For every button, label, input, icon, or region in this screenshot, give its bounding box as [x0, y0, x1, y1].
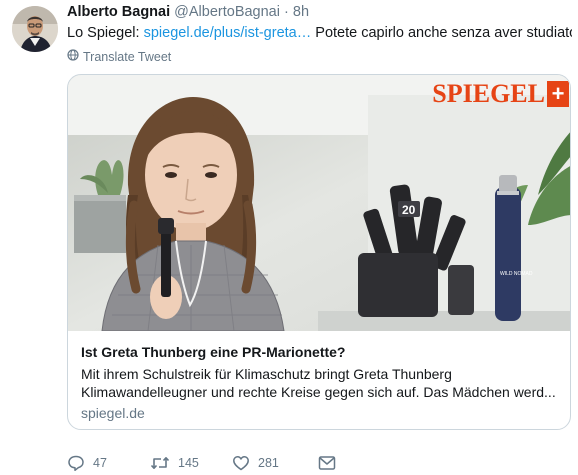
- avatar[interactable]: [12, 6, 58, 52]
- spiegel-plus-logo: SPIEGEL +: [432, 81, 569, 107]
- spiegel-logo-plus: +: [547, 81, 569, 107]
- card-body[interactable]: Ist Greta Thunberg eine PR-Marionette? M…: [68, 331, 570, 429]
- tweet-header: Alberto Bagnai @AlbertoBagnai · 8h: [67, 3, 567, 21]
- tweet-text: Lo Spiegel: spiegel.de/plus/ist-greta… P…: [67, 24, 572, 42]
- author-handle[interactable]: @AlbertoBagnai: [174, 4, 280, 20]
- card-description: Mit ihrem Schulstreik für Klimaschutz br…: [81, 365, 561, 401]
- like-button[interactable]: 281: [232, 454, 318, 472]
- link-card[interactable]: 20 WILD NOMAD SPIEGEL + Ist Greta Thunbe…: [67, 74, 571, 430]
- spiegel-logo-word: SPIEGEL: [432, 79, 545, 108]
- globe-icon: [67, 49, 79, 65]
- reply-button[interactable]: 47: [67, 454, 150, 472]
- retweet-count: 145: [178, 456, 199, 470]
- microphone-label: 20: [402, 203, 416, 217]
- envelope-icon: [318, 455, 336, 471]
- bottle-label: WILD NOMAD: [500, 271, 533, 277]
- card-domain[interactable]: spiegel.de: [81, 404, 145, 422]
- heart-icon: [232, 454, 250, 472]
- tweet-text-prefix: Lo Spiegel:: [67, 25, 144, 41]
- card-description-line-2: Klimawandelleugner und rechte Kreise geg…: [81, 384, 556, 400]
- author-name[interactable]: Alberto Bagnai: [67, 4, 170, 20]
- card-image[interactable]: 20 WILD NOMAD SPIEGEL +: [68, 75, 570, 332]
- tweet-timestamp[interactable]: 8h: [293, 4, 309, 20]
- card-title[interactable]: Ist Greta Thunberg eine PR-Marionette?: [81, 343, 345, 361]
- reply-count: 47: [93, 456, 107, 470]
- translate-tweet-label[interactable]: Translate Tweet: [83, 49, 171, 65]
- translate-tweet-link[interactable]: Translate Tweet: [67, 49, 171, 65]
- reply-icon: [67, 454, 85, 472]
- separator-dot: ·: [284, 4, 289, 20]
- retweet-icon: [150, 454, 170, 472]
- tweet-actions: 47 145 281: [67, 453, 336, 473]
- tweet-link[interactable]: spiegel.de/plus/ist-greta…: [144, 25, 312, 41]
- card-description-line-1: Mit ihrem Schulstreik für Klimaschutz br…: [81, 366, 452, 382]
- tweet-text-suffix: Potete capirlo anche senza aver studiato…: [311, 25, 572, 41]
- like-count: 281: [258, 456, 279, 470]
- direct-message-button[interactable]: [318, 455, 336, 471]
- retweet-button[interactable]: 145: [150, 454, 232, 472]
